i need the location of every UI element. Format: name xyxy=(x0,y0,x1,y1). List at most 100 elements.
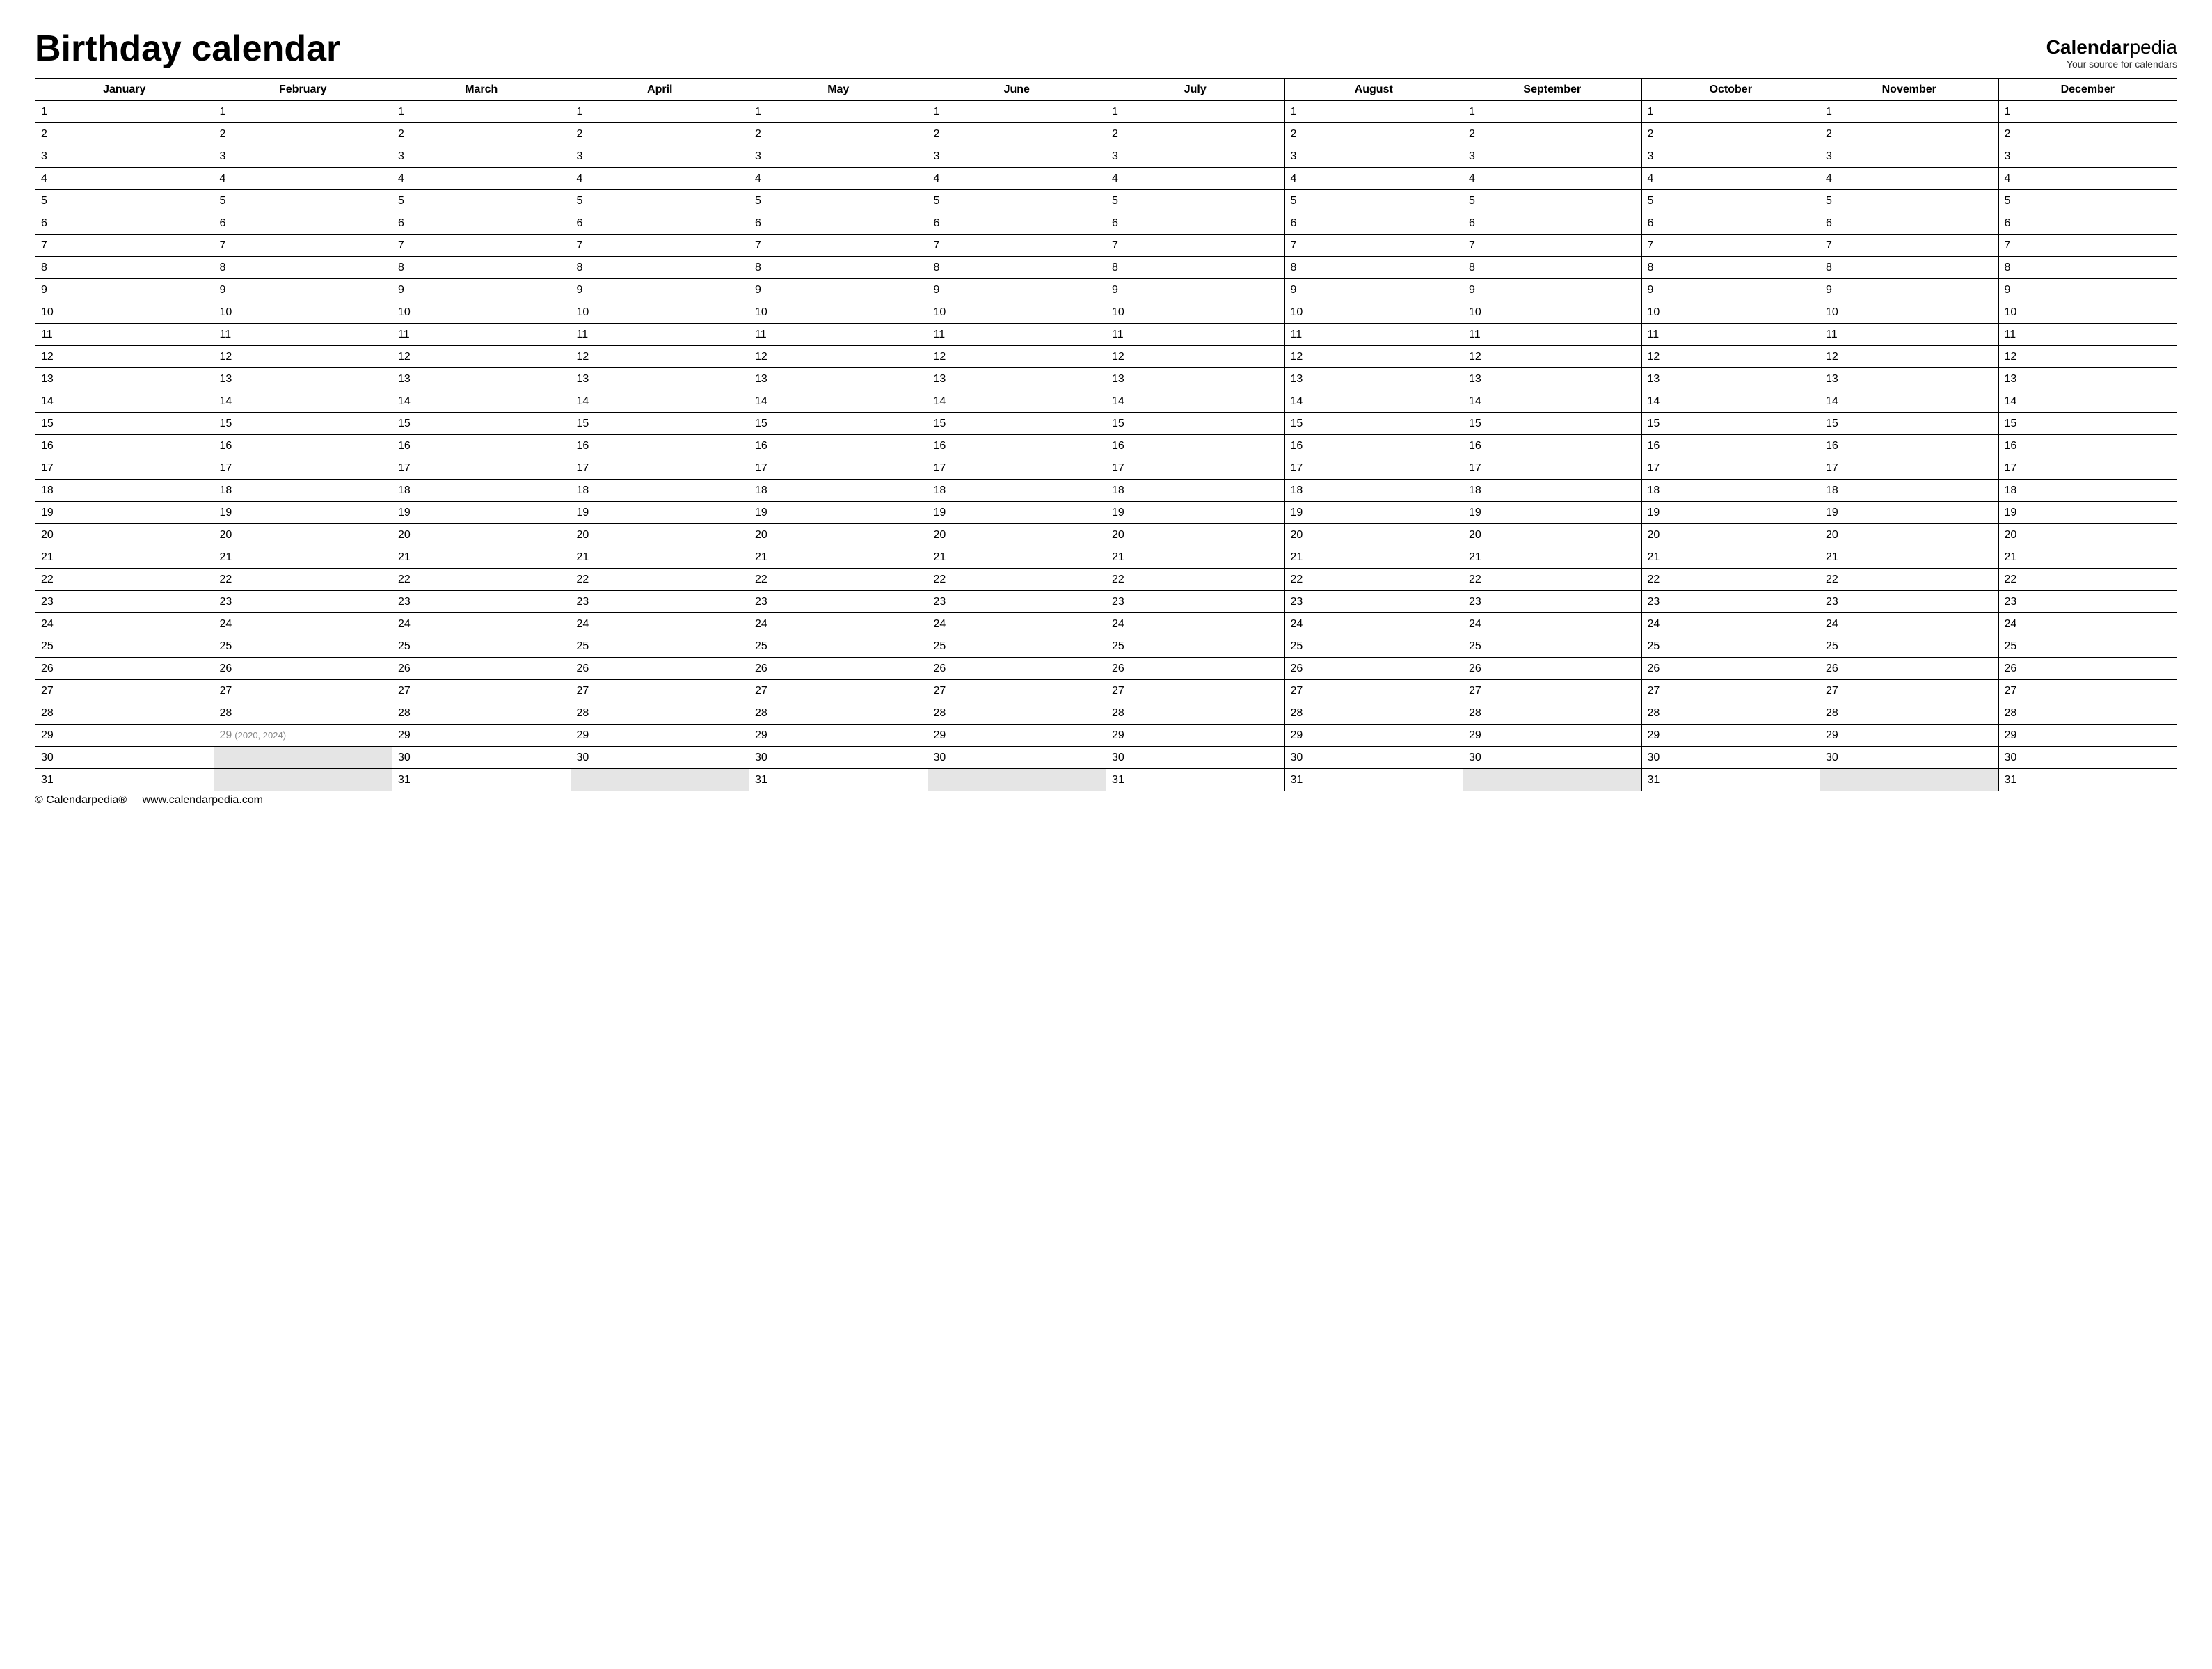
day-cell: 2 xyxy=(1106,123,1285,145)
day-cell: 26 xyxy=(1463,658,1642,680)
day-cell: 13 xyxy=(1820,368,1999,390)
day-cell: 2 xyxy=(1641,123,1820,145)
day-cell: 12 xyxy=(35,346,214,368)
day-cell: 18 xyxy=(749,480,928,502)
page-title: Birthday calendar xyxy=(35,28,340,70)
day-cell: 6 xyxy=(1641,212,1820,235)
day-cell: 26 xyxy=(749,658,928,680)
day-cell: 14 xyxy=(749,390,928,413)
day-cell: 14 xyxy=(571,390,749,413)
day-cell: 14 xyxy=(1641,390,1820,413)
day-cell: 13 xyxy=(214,368,392,390)
day-cell: 12 xyxy=(1463,346,1642,368)
day-cell: 27 xyxy=(571,680,749,702)
day-cell: 8 xyxy=(1998,257,2177,279)
day-cell: 22 xyxy=(749,569,928,591)
day-cell: 12 xyxy=(1284,346,1463,368)
day-cell: 6 xyxy=(571,212,749,235)
day-cell: 8 xyxy=(392,257,571,279)
day-row: 151515151515151515151515 xyxy=(35,413,2177,435)
day-cell: 31 xyxy=(749,769,928,791)
day-cell: 4 xyxy=(749,168,928,190)
day-cell: 18 xyxy=(214,480,392,502)
month-header: October xyxy=(1641,79,1820,101)
day-cell-blank xyxy=(928,769,1106,791)
day-cell: 30 xyxy=(571,747,749,769)
day-cell: 5 xyxy=(1284,190,1463,212)
day-cell: 30 xyxy=(928,747,1106,769)
day-row: 121212121212121212121212 xyxy=(35,346,2177,368)
day-cell: 2 xyxy=(214,123,392,145)
day-cell: 3 xyxy=(1820,145,1999,168)
day-cell: 16 xyxy=(1463,435,1642,457)
copyright: © Calendarpedia® xyxy=(35,794,127,806)
day-cell: 7 xyxy=(1106,235,1285,257)
brand-suffix: pedia xyxy=(2129,36,2177,58)
day-row: 242424242424242424242424 xyxy=(35,613,2177,635)
day-cell: 2 xyxy=(392,123,571,145)
day-cell: 18 xyxy=(571,480,749,502)
day-cell: 8 xyxy=(1820,257,1999,279)
day-cell: 16 xyxy=(1106,435,1285,457)
day-cell: 27 xyxy=(214,680,392,702)
day-cell: 21 xyxy=(571,546,749,569)
day-cell: 19 xyxy=(749,502,928,524)
day-cell: 20 xyxy=(1641,524,1820,546)
day-cell: 3 xyxy=(214,145,392,168)
day-cell: 1 xyxy=(1641,101,1820,123)
day-cell: 8 xyxy=(35,257,214,279)
day-cell: 1 xyxy=(1106,101,1285,123)
day-row: 2929(2020, 2024)29292929292929292929 xyxy=(35,725,2177,747)
month-header: August xyxy=(1284,79,1463,101)
day-cell: 7 xyxy=(571,235,749,257)
day-cell: 10 xyxy=(749,301,928,324)
day-cell: 11 xyxy=(1106,324,1285,346)
day-cell: 19 xyxy=(35,502,214,524)
day-cell: 6 xyxy=(214,212,392,235)
day-cell: 15 xyxy=(1284,413,1463,435)
day-cell: 5 xyxy=(35,190,214,212)
day-cell: 27 xyxy=(749,680,928,702)
day-cell: 27 xyxy=(1641,680,1820,702)
day-cell: 28 xyxy=(1284,702,1463,725)
day-cell: 3 xyxy=(392,145,571,168)
day-row: 282828282828282828282828 xyxy=(35,702,2177,725)
day-cell: 1 xyxy=(1284,101,1463,123)
day-cell: 19 xyxy=(1106,502,1285,524)
day-cell: 2 xyxy=(1284,123,1463,145)
day-row: 111111111111111111111111 xyxy=(35,324,2177,346)
day-cell: 23 xyxy=(1106,591,1285,613)
day-cell: 19 xyxy=(1463,502,1642,524)
day-cell: 21 xyxy=(1284,546,1463,569)
day-cell: 9 xyxy=(35,279,214,301)
day-cell: 25 xyxy=(1106,635,1285,658)
month-header: March xyxy=(392,79,571,101)
day-cell: 12 xyxy=(214,346,392,368)
day-cell: 2 xyxy=(1998,123,2177,145)
day-cell: 8 xyxy=(1106,257,1285,279)
day-cell: 20 xyxy=(1106,524,1285,546)
day-cell: 25 xyxy=(928,635,1106,658)
day-cell: 14 xyxy=(214,390,392,413)
day-cell: 4 xyxy=(392,168,571,190)
day-cell: 14 xyxy=(1998,390,2177,413)
day-cell: 5 xyxy=(214,190,392,212)
day-cell: 1 xyxy=(1998,101,2177,123)
day-cell: 23 xyxy=(571,591,749,613)
day-cell: 28 xyxy=(214,702,392,725)
day-cell: 19 xyxy=(571,502,749,524)
day-cell: 22 xyxy=(571,569,749,591)
day-cell: 29 xyxy=(928,725,1106,747)
day-cell: 13 xyxy=(1106,368,1285,390)
day-cell: 6 xyxy=(749,212,928,235)
day-cell: 9 xyxy=(928,279,1106,301)
footer: © Calendarpedia® www.calendarpedia.com xyxy=(35,794,2177,807)
day-cell: 19 xyxy=(1284,502,1463,524)
day-cell: 29 xyxy=(1998,725,2177,747)
day-cell: 28 xyxy=(1820,702,1999,725)
day-cell: 28 xyxy=(928,702,1106,725)
day-cell: 7 xyxy=(1284,235,1463,257)
leap-note: (2020, 2024) xyxy=(234,730,286,741)
day-cell: 12 xyxy=(571,346,749,368)
day-cell: 14 xyxy=(1820,390,1999,413)
